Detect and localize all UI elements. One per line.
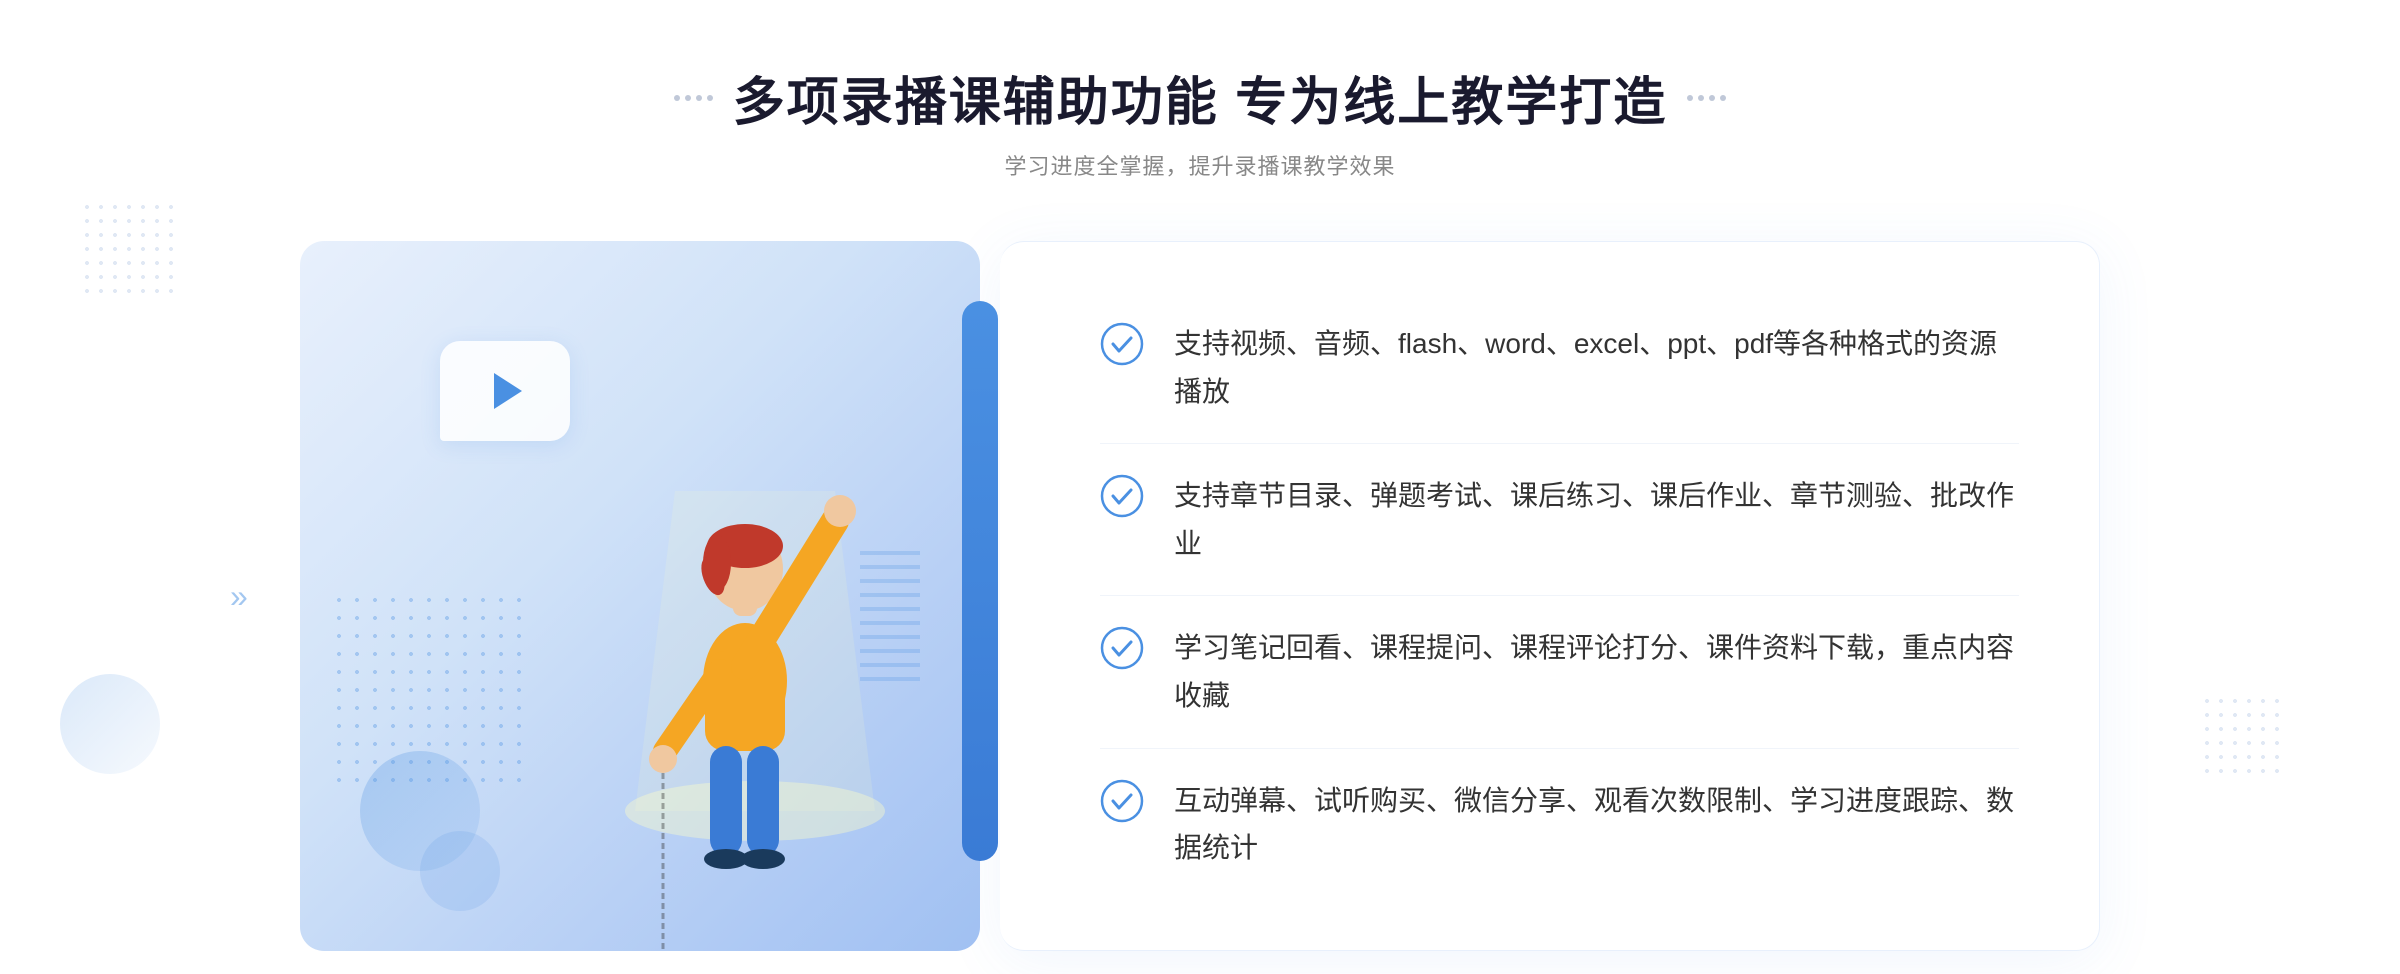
illustration-panel: »	[300, 241, 980, 951]
check-icon-3	[1100, 626, 1144, 670]
dot-7	[1709, 95, 1715, 101]
header-section: 多项录播课辅助功能 专为线上教学打造 学习进度全掌握，提升录播课教学效果	[674, 60, 1726, 181]
chevron-arrows: »	[230, 580, 248, 612]
feature-text-1: 支持视频、音频、flash、word、excel、ppt、pdf等各种格式的资源…	[1174, 320, 2019, 415]
check-icon-1	[1100, 322, 1144, 366]
human-figure-illustration	[555, 391, 895, 951]
feature-text-2: 支持章节目录、弹题考试、课后练习、课后作业、章节测验、批改作业	[1174, 472, 2019, 567]
feature-item-1: 支持视频、音频、flash、word、excel、ppt、pdf等各种格式的资源…	[1100, 292, 2019, 444]
dot-2	[685, 95, 691, 101]
play-bubble	[440, 341, 570, 441]
chevron-icon: »	[230, 580, 248, 612]
page-wrapper: 多项录播课辅助功能 专为线上教学打造 学习进度全掌握，提升录播课教学效果	[0, 0, 2400, 974]
feature-item-3: 学习笔记回看、课程提问、课程评论打分、课件资料下载，重点内容收藏	[1100, 596, 2019, 748]
subtitle: 学习进度全掌握，提升录播课教学效果	[1004, 149, 1395, 181]
title-dots-right	[1687, 95, 1726, 101]
title-row: 多项录播课辅助功能 专为线上教学打造	[674, 60, 1726, 135]
feature-item-4: 互动弹幕、试听购买、微信分享、观看次数限制、学习进度跟踪、数据统计	[1100, 749, 2019, 900]
feature-item-2: 支持章节目录、弹题考试、课后练习、课后作业、章节测验、批改作业	[1100, 444, 2019, 596]
decorative-circle-left	[60, 674, 160, 774]
dot-5	[1687, 95, 1693, 101]
dot-3	[696, 95, 702, 101]
features-panel: 支持视频、音频、flash、word、excel、ppt、pdf等各种格式的资源…	[1000, 241, 2100, 951]
feature-text-3: 学习笔记回看、课程提问、课程评论打分、课件资料下载，重点内容收藏	[1174, 624, 2019, 719]
decorative-dots-right	[2200, 694, 2280, 774]
dot-4	[707, 95, 713, 101]
blue-vertical-bar	[962, 301, 998, 861]
content-area: »	[300, 241, 2100, 951]
title-dots-left	[674, 95, 713, 101]
dot-8	[1720, 95, 1726, 101]
check-icon-2	[1100, 474, 1144, 518]
dot-6	[1698, 95, 1704, 101]
decorative-dots-left	[80, 200, 180, 300]
dot-1	[674, 95, 680, 101]
feature-text-4: 互动弹幕、试听购买、微信分享、观看次数限制、学习进度跟踪、数据统计	[1174, 777, 2019, 872]
play-triangle-icon	[494, 373, 522, 409]
main-title: 多项录播课辅助功能 专为线上教学打造	[733, 60, 1667, 135]
circle-decoration-2	[420, 831, 500, 911]
check-icon-4	[1100, 779, 1144, 823]
